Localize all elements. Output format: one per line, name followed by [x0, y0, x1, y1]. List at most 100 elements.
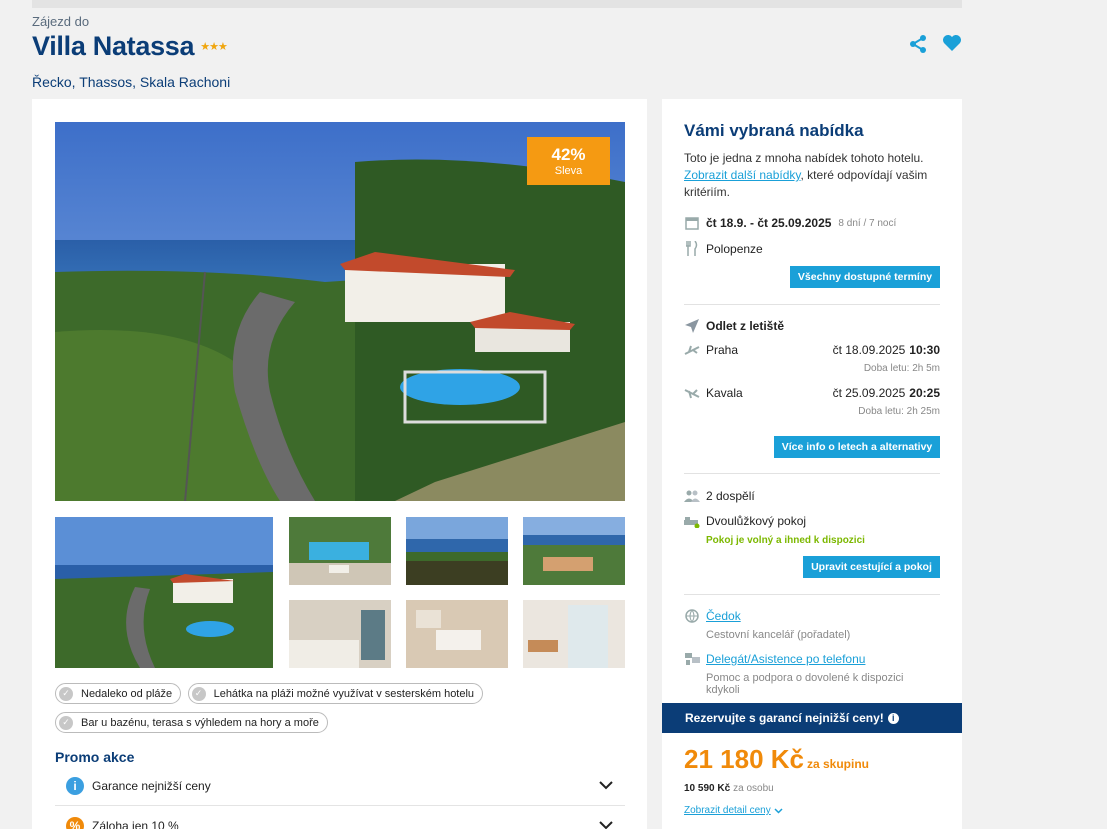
- promo-title: Promo akce: [55, 749, 135, 765]
- outbound-duration: Doba letu: 2h 5m: [863, 363, 940, 374]
- travelers-text: 2 dospělí: [706, 489, 755, 503]
- promo-item-deposit[interactable]: % Záloha jen 10 %: [55, 806, 625, 829]
- trip-dates: čt 18.9. - čt 25.09.2025 8 dní / 7 nocí: [684, 216, 940, 230]
- flight-info-button[interactable]: Více info o letech a alternativy: [774, 436, 940, 458]
- outbound-duration-row: Doba letu: 2h 5m: [684, 363, 940, 374]
- hotel-header: Zájezd do Villa Natassa ★★★ Řecko, Thass…: [32, 14, 962, 90]
- room-row: Dvoulůžkový pokoj: [684, 514, 940, 528]
- feature-chip: ✓ Bar u bazénu, terasa s výhledem na hory…: [55, 712, 328, 733]
- feature-chip: ✓ Nedaleko od pláže: [55, 683, 182, 704]
- inbound-duration: Doba letu: 2h 25m: [858, 406, 940, 417]
- outbound-city: Praha: [706, 343, 739, 357]
- price-value: 21 180 Kč: [684, 744, 804, 774]
- inbound-city: Kavala: [706, 386, 743, 400]
- people-icon: [684, 490, 700, 502]
- calendar-icon: [684, 216, 700, 230]
- cutlery-icon: [684, 241, 700, 256]
- discount-label: Sleva: [554, 165, 583, 177]
- thumbnail-6[interactable]: [406, 600, 508, 668]
- star-rating: ★★★: [200, 41, 228, 53]
- price-detail-row: Zobrazit detail ceny: [684, 805, 940, 816]
- top-bar: [32, 0, 962, 8]
- plane-takeoff-icon: [684, 344, 700, 356]
- flight-inbound: Kavala čt 25.09.2025 20:25: [684, 386, 940, 400]
- percent-icon: %: [66, 816, 84, 829]
- price-detail-link[interactable]: Zobrazit detail ceny: [684, 805, 771, 816]
- bed-icon: [684, 515, 700, 528]
- hotel-location[interactable]: Řecko, Thassos, Skala Rachoni: [32, 74, 962, 90]
- inbound-date: čt 25.09.2025: [832, 386, 906, 400]
- thumbnail-1[interactable]: [55, 517, 273, 668]
- divider: [684, 304, 940, 305]
- divider: [684, 473, 940, 474]
- room-status: Pokoj je volný a ihned k dispozici: [706, 535, 865, 546]
- support-subtitle: Pomoc a podpora o dovolené k dispozici k…: [705, 672, 904, 696]
- all-dates-button[interactable]: Všechny dostupné termíny: [790, 266, 940, 288]
- check-icon: ✓: [59, 686, 73, 701]
- thumbnail-5[interactable]: [289, 600, 391, 668]
- chat-icon: [684, 652, 700, 666]
- offer-panel: Vámi vybraná nabídka Toto je jedna z mno…: [662, 99, 962, 829]
- thumbnail-2[interactable]: [289, 517, 391, 585]
- more-offers-link[interactable]: Zobrazit další nabídky: [684, 168, 801, 182]
- dates-text: čt 18.9. - čt 25.09.2025: [706, 216, 832, 230]
- share-icon[interactable]: [908, 34, 928, 54]
- guarantee-banner: Rezervujte s garancí nejnižší ceny! i: [662, 703, 962, 733]
- chevron-down-icon[interactable]: [774, 807, 783, 814]
- chevron-down-icon[interactable]: [599, 781, 613, 790]
- price-suffix: za skupinu: [806, 757, 869, 771]
- per-person-suffix: za osobu: [733, 783, 774, 794]
- price-per-person: 10 590 Kč za osobu: [684, 783, 940, 794]
- per-person-value: 10 590 Kč: [684, 783, 731, 794]
- support-sub-row: Pomoc a podpora o dovolené k dispozici k…: [684, 672, 940, 696]
- promo-item-label: Záloha jen 10 %: [92, 818, 179, 829]
- plane-landing-icon: [684, 387, 700, 399]
- outbound-time: 10:30: [909, 343, 940, 357]
- chevron-down-icon[interactable]: [599, 821, 613, 829]
- travelers-row: 2 dospělí: [684, 489, 940, 503]
- agency-row: Čedok: [684, 609, 940, 623]
- thumbnail-7[interactable]: [523, 600, 625, 668]
- info-icon: i: [66, 776, 84, 795]
- discount-percent: 42%: [551, 145, 586, 164]
- flight-outbound: Praha čt 18.09.2025 10:30: [684, 343, 940, 357]
- board-text: Polopenze: [706, 241, 763, 256]
- agency-subtitle: Cestovní kancelář (pořadatel): [706, 629, 851, 641]
- support-link[interactable]: Delegát/Asistence po telefonu: [706, 652, 865, 666]
- inbound-time: 20:25: [909, 386, 940, 400]
- outbound-date: čt 18.09.2025: [832, 343, 906, 357]
- price-total: 21 180 Kč za skupinu: [684, 744, 869, 775]
- check-icon: ✓: [59, 715, 73, 730]
- navigation-arrow-icon: [684, 319, 700, 333]
- guarantee-text: Rezervujte s garancí nejnižší ceny!: [685, 711, 884, 725]
- departure-label: Odlet z letiště: [706, 319, 785, 333]
- globe-icon: [684, 609, 700, 623]
- hotel-title: Villa Natassa: [32, 31, 195, 61]
- info-icon[interactable]: i: [887, 712, 899, 724]
- promo-item-guarantee[interactable]: i Garance nejnižší ceny: [55, 766, 625, 806]
- room-text: Dvoulůžkový pokoj: [706, 514, 807, 528]
- support-row: Delegát/Asistence po telefonu: [684, 652, 940, 666]
- hero-photo[interactable]: 42% Sleva: [55, 122, 625, 501]
- discount-badge: 42% Sleva: [527, 137, 610, 185]
- divider: [684, 594, 940, 595]
- duration-text: 8 dní / 7 nocí: [838, 217, 897, 229]
- room-status-row: Pokoj je volný a ihned k dispozici: [684, 535, 940, 546]
- feature-chip: ✓ Lehátka na pláži možné využívat v seste…: [187, 683, 484, 704]
- thumbnail-3[interactable]: [406, 517, 508, 585]
- offer-description: Toto je jedna z mnoha nabídek tohoto hot…: [684, 151, 928, 199]
- inbound-duration-row: Doba letu: 2h 25m: [684, 406, 940, 417]
- check-icon: ✓: [191, 686, 206, 701]
- offer-title: Vámi vybraná nabídka: [684, 121, 864, 140]
- agency-sub-row: Cestovní kancelář (pořadatel): [684, 629, 940, 641]
- heart-icon[interactable]: [942, 34, 962, 54]
- edit-travelers-button[interactable]: Upravit cestující a pokoj: [803, 556, 940, 578]
- agency-link[interactable]: Čedok: [706, 609, 741, 623]
- gallery-card: 42% Sleva ✓ Nedaleko od pláže ✓ Lehátka na…: [32, 99, 647, 829]
- eyebrow: Zájezd do: [32, 14, 90, 29]
- thumbnail-4[interactable]: [523, 517, 625, 585]
- departure-header: Odlet z letiště: [684, 319, 940, 333]
- feature-chips: ✓ Nedaleko od pláže ✓ Lehátka na pláži mož…: [55, 683, 625, 741]
- board-type: Polopenze: [684, 241, 940, 256]
- promo-item-label: Garance nejnižší ceny: [92, 778, 211, 793]
